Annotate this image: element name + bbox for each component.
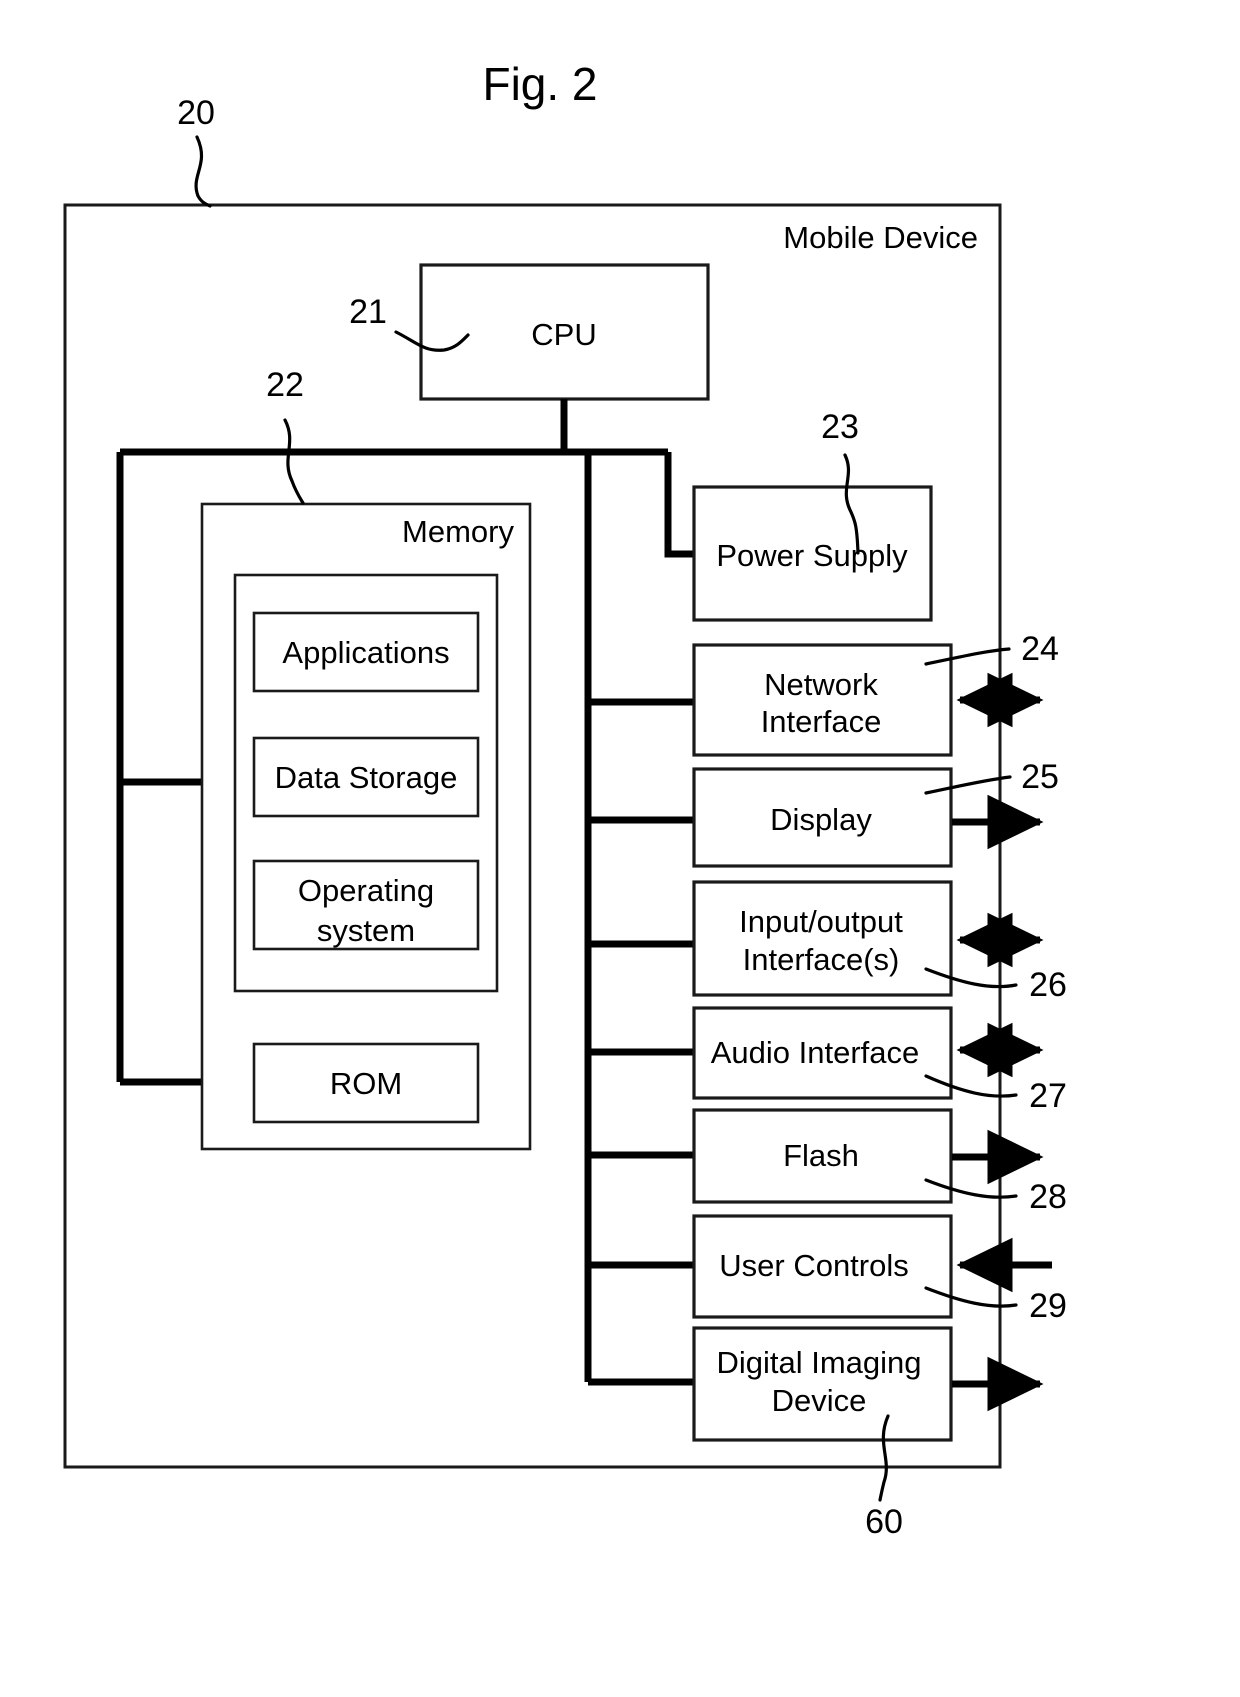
ref-number-29: 29 [1029, 1287, 1067, 1325]
applications-label: Applications [282, 635, 449, 670]
ref-number-20: 20 [177, 94, 215, 132]
network-interface-label-line1: Network [764, 667, 878, 702]
power-supply-label: Power Supply [716, 538, 908, 573]
figure-title: Fig. 2 [482, 58, 597, 110]
rom-label: ROM [330, 1066, 402, 1101]
data-storage-label: Data Storage [275, 760, 458, 795]
ref-number-23: 23 [821, 408, 859, 446]
operating-system-label-line1: Operating [298, 873, 434, 908]
cpu-label: CPU [531, 317, 596, 352]
mobile-device-label: Mobile Device [783, 220, 978, 255]
leader-line-20 [194, 135, 212, 208]
ref-number-25: 25 [1021, 758, 1059, 796]
audio-interface-label: Audio Interface [711, 1035, 920, 1070]
ref-number-21: 21 [349, 293, 387, 331]
memory-label: Memory [402, 514, 514, 549]
ref-number-28: 28 [1029, 1178, 1067, 1216]
flash-label: Flash [783, 1138, 859, 1173]
ref-number-27: 27 [1029, 1077, 1067, 1115]
ref-number-24: 24 [1021, 630, 1059, 668]
ref-number-22: 22 [266, 366, 304, 404]
digital-imaging-device-label-line1: Digital Imaging [716, 1345, 921, 1380]
digital-imaging-device-label-line2: Device [772, 1383, 867, 1418]
figure-canvas: Fig. 2 20 Mobile Device CPU 21 Memory 22… [0, 0, 1240, 1697]
operating-system-label-line2: system [317, 913, 415, 948]
ref-number-26: 26 [1029, 966, 1067, 1004]
network-interface-label-line2: Interface [761, 704, 882, 739]
user-controls-label: User Controls [719, 1248, 909, 1283]
display-label: Display [770, 802, 872, 837]
io-interface-label-line1: Input/output [739, 904, 903, 939]
io-interface-label-line2: Interface(s) [743, 942, 900, 977]
ref-number-60: 60 [865, 1503, 903, 1541]
block-diagram: Fig. 2 20 Mobile Device CPU 21 Memory 22… [63, 58, 1067, 1541]
